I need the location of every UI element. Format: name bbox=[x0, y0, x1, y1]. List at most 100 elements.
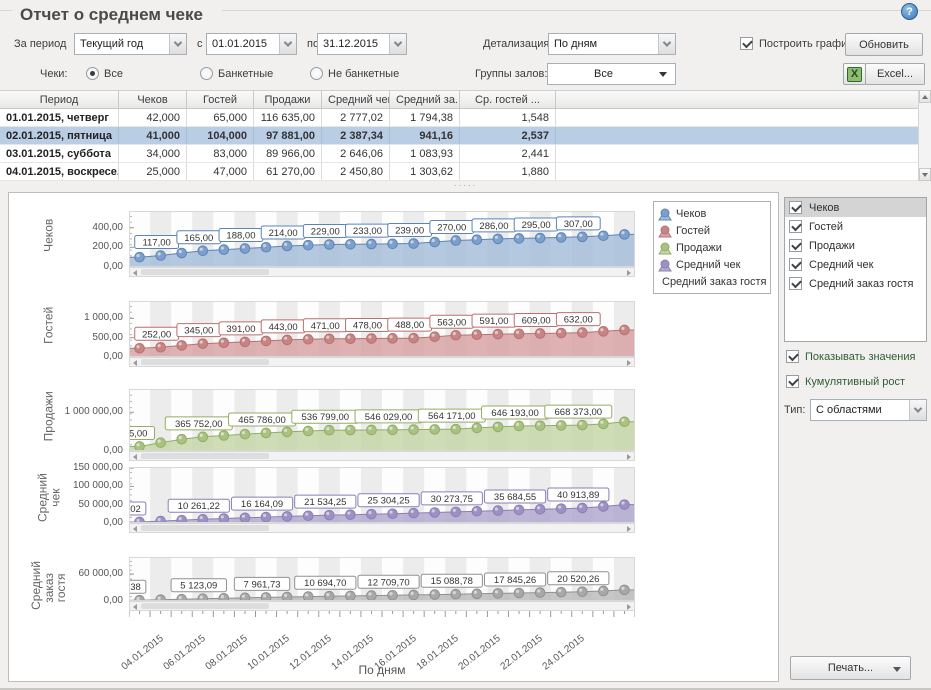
table-row[interactable]: 04.01.2015, воскресе... 25,000 47,000 61… bbox=[0, 163, 931, 181]
legend-item: Средний чек bbox=[658, 256, 766, 273]
column-header[interactable]: Средний за... bbox=[390, 91, 460, 108]
cell-filler bbox=[556, 127, 931, 144]
series-marker-icon bbox=[658, 241, 672, 255]
scroll-right-icon[interactable] bbox=[627, 454, 631, 460]
hall-groups-combobox[interactable]: Все bbox=[547, 63, 676, 85]
scroll-down-icon[interactable] bbox=[919, 168, 931, 181]
help-icon[interactable]: ? bbox=[901, 3, 918, 20]
series-list-item[interactable]: Средний заказ гостя bbox=[785, 274, 926, 293]
chart-scrollbar[interactable] bbox=[129, 451, 635, 461]
chart-scrollbar[interactable] bbox=[129, 267, 635, 277]
title-rule-left bbox=[0, 10, 12, 11]
chevron-down-icon[interactable] bbox=[389, 34, 406, 54]
scroll-thumb[interactable] bbox=[141, 453, 269, 459]
triangle-down-icon bbox=[893, 667, 901, 672]
column-header[interactable]: Ср. гостей ... bbox=[460, 91, 556, 108]
scroll-left-icon[interactable] bbox=[133, 270, 137, 276]
scroll-thumb[interactable] bbox=[141, 603, 269, 609]
chevron-down-icon[interactable] bbox=[658, 34, 675, 54]
radio-nonbanquet[interactable] bbox=[310, 67, 323, 80]
build-chart-checkbox[interactable] bbox=[740, 37, 753, 50]
refresh-button[interactable]: Обновить bbox=[845, 33, 923, 56]
table-scrollbar[interactable] bbox=[918, 90, 931, 181]
series-marker-icon bbox=[658, 224, 672, 238]
table-row[interactable]: 02.01.2015, пятница 41,000 104,000 97 88… bbox=[0, 127, 931, 145]
scroll-thumb[interactable] bbox=[141, 359, 269, 365]
cell-filler bbox=[556, 109, 931, 126]
svg-text:443,00: 443,00 bbox=[269, 322, 298, 333]
column-header[interactable]: Средний чек bbox=[322, 91, 390, 108]
cell-value: 2 777,02 bbox=[322, 109, 390, 126]
detail-combobox[interactable]: По дням bbox=[548, 33, 676, 55]
series-checkbox[interactable] bbox=[789, 201, 802, 214]
column-header[interactable]: Продажи bbox=[254, 91, 322, 108]
date-to-combobox[interactable]: 31.12.2015 bbox=[317, 33, 407, 55]
excel-button[interactable]: Excel... bbox=[865, 63, 925, 85]
chevron-down-icon[interactable] bbox=[279, 34, 296, 54]
y-tick-label: 100 000,00 bbox=[31, 480, 123, 491]
chart-scrollbar[interactable] bbox=[129, 357, 635, 367]
type-combobox[interactable]: С областями bbox=[810, 399, 927, 421]
period-combobox[interactable]: Текущий год bbox=[74, 33, 187, 55]
svg-text:229,00: 229,00 bbox=[311, 227, 340, 238]
show-values-label: Показывать значения bbox=[805, 351, 915, 363]
svg-text:25 304,25: 25 304,25 bbox=[367, 496, 409, 507]
show-values-option[interactable]: Показывать значения bbox=[786, 350, 915, 363]
radio-all-label: Все bbox=[104, 63, 123, 85]
chevron-down-icon[interactable] bbox=[909, 400, 926, 420]
scroll-right-icon[interactable] bbox=[627, 526, 631, 532]
series-list-item[interactable]: Продажи bbox=[785, 236, 926, 255]
cell-value: 2 450,80 bbox=[322, 163, 390, 180]
scroll-right-icon[interactable] bbox=[627, 360, 631, 366]
scroll-right-icon[interactable] bbox=[627, 270, 631, 276]
excel-icon: X bbox=[847, 67, 862, 82]
cumulative-option[interactable]: Кумулятивный рост bbox=[786, 375, 905, 388]
table-row[interactable]: 01.01.2015, четверг 42,000 65,000 116 63… bbox=[0, 109, 931, 127]
series-checkbox[interactable] bbox=[789, 239, 802, 252]
series-label: Чеков bbox=[809, 202, 839, 214]
series-checkbox[interactable] bbox=[789, 258, 802, 271]
chart-scrollbar[interactable] bbox=[129, 523, 635, 533]
series-label: Гостей bbox=[809, 221, 843, 233]
table-row[interactable]: 03.01.2015, суббота 34,000 83,000 89 966… bbox=[0, 145, 931, 163]
series-list-item[interactable]: Средний чек bbox=[785, 255, 926, 274]
column-header[interactable]: Чеков bbox=[119, 91, 187, 108]
scroll-thumb[interactable] bbox=[141, 269, 269, 275]
radio-all[interactable] bbox=[86, 67, 99, 80]
svg-text:488,00: 488,00 bbox=[395, 320, 424, 331]
cumulative-checkbox[interactable] bbox=[786, 375, 799, 388]
chart-scrollbar[interactable] bbox=[129, 601, 635, 611]
chart-4: 0210 261,2216 164,0921 534,2525 304,2530… bbox=[129, 467, 635, 523]
radio-banquet[interactable] bbox=[200, 67, 213, 80]
series-checkbox[interactable] bbox=[789, 220, 802, 233]
period-value: Текущий год bbox=[75, 34, 169, 54]
scroll-left-icon[interactable] bbox=[133, 454, 137, 460]
date-from-combobox[interactable]: 01.01.2015 bbox=[206, 33, 297, 55]
print-button[interactable]: Печать... bbox=[790, 656, 911, 680]
scroll-left-icon[interactable] bbox=[133, 604, 137, 610]
chevron-down-icon[interactable] bbox=[169, 34, 186, 54]
svg-text:20 520,26: 20 520,26 bbox=[557, 574, 599, 585]
scroll-thumb[interactable] bbox=[141, 525, 269, 531]
show-values-checkbox[interactable] bbox=[786, 350, 799, 363]
scroll-left-icon[interactable] bbox=[133, 526, 137, 532]
svg-text:16 164,09: 16 164,09 bbox=[241, 499, 283, 510]
column-header[interactable]: Гостей bbox=[187, 91, 254, 108]
svg-text:307,00: 307,00 bbox=[564, 219, 593, 230]
scroll-left-icon[interactable] bbox=[133, 360, 137, 366]
radio-nonbanquet-label: Не банкетные bbox=[328, 63, 399, 85]
cell-value: 116 635,00 bbox=[254, 109, 322, 126]
cell-value: 2,441 bbox=[460, 145, 556, 162]
series-checkbox[interactable] bbox=[789, 277, 802, 290]
y-tick-label: 0,00 bbox=[31, 445, 123, 456]
cell-value: 1 303,62 bbox=[390, 163, 460, 180]
series-list-item[interactable]: Чеков bbox=[785, 198, 926, 217]
svg-text:609,00: 609,00 bbox=[522, 315, 551, 326]
series-list-item[interactable]: Гостей bbox=[785, 217, 926, 236]
y-tick-label: 0,00 bbox=[31, 351, 123, 362]
column-header[interactable]: Период bbox=[0, 91, 119, 108]
scroll-up-icon[interactable] bbox=[919, 90, 931, 103]
splitter-handle[interactable]: ····· bbox=[0, 181, 931, 192]
excel-icon-button[interactable]: X bbox=[843, 63, 866, 85]
scroll-right-icon[interactable] bbox=[627, 604, 631, 610]
